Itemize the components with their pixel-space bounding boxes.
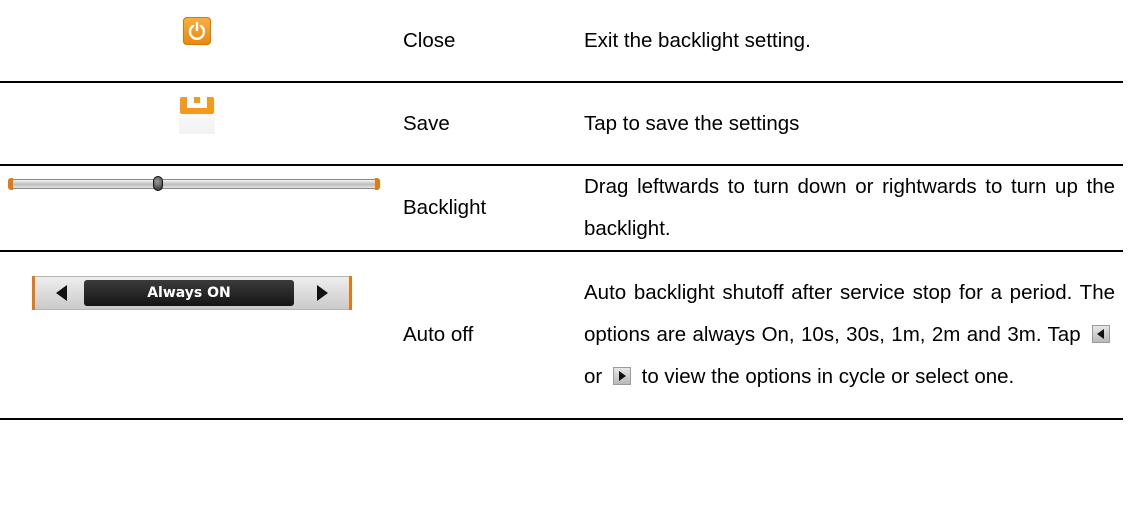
table-row-backlight: Backlight Drag leftwards to turn down or… xyxy=(0,165,1123,251)
function-name: Auto off xyxy=(403,323,474,346)
table-row-auto-off: Always ON Auto off Auto backlight shutof… xyxy=(0,251,1123,419)
arrow-left-icon[interactable] xyxy=(56,285,67,301)
arrow-left-icon xyxy=(1092,325,1110,343)
auto-off-selector: Always ON xyxy=(32,276,352,310)
description-or: or xyxy=(584,365,608,388)
selector-left-cap xyxy=(32,276,35,310)
icon-cell xyxy=(0,82,394,165)
function-name: Backlight xyxy=(403,196,487,219)
function-description: Auto backlight shutoff after service sto… xyxy=(584,251,1123,419)
backlight-slider[interactable] xyxy=(8,176,380,192)
slider-track xyxy=(8,179,380,189)
description-text: to view the options in cycle or select o… xyxy=(635,365,1015,388)
save-icon[interactable] xyxy=(179,95,215,134)
power-icon[interactable] xyxy=(183,16,211,45)
arrow-right-icon xyxy=(612,367,631,385)
function-description: Exit the backlight setting. xyxy=(584,28,811,52)
icon-cell: Always ON xyxy=(0,251,394,419)
table-row-close: Close Exit the backlight setting. xyxy=(0,0,1123,82)
power-glyph-icon xyxy=(188,21,206,40)
selector-value: Always ON xyxy=(84,280,294,306)
icon-cell xyxy=(0,0,394,82)
function-table: Close Exit the backlight setting. Save T… xyxy=(0,0,1123,420)
function-name: Save xyxy=(403,111,450,135)
table-row-save: Save Tap to save the settings xyxy=(0,82,1123,165)
arrow-right-icon[interactable] xyxy=(317,285,328,301)
selector-right-cap xyxy=(349,276,352,310)
icon-cell xyxy=(0,165,394,251)
description-text: Auto backlight shutoff after service sto… xyxy=(584,281,1115,346)
function-name: Close xyxy=(403,28,456,52)
slider-knob[interactable] xyxy=(153,176,163,191)
slider-left-cap xyxy=(8,178,13,190)
function-description: Drag leftwards to turn down or rightward… xyxy=(584,175,1115,240)
slider-right-cap xyxy=(375,178,380,190)
function-description: Tap to save the settings xyxy=(584,111,800,135)
